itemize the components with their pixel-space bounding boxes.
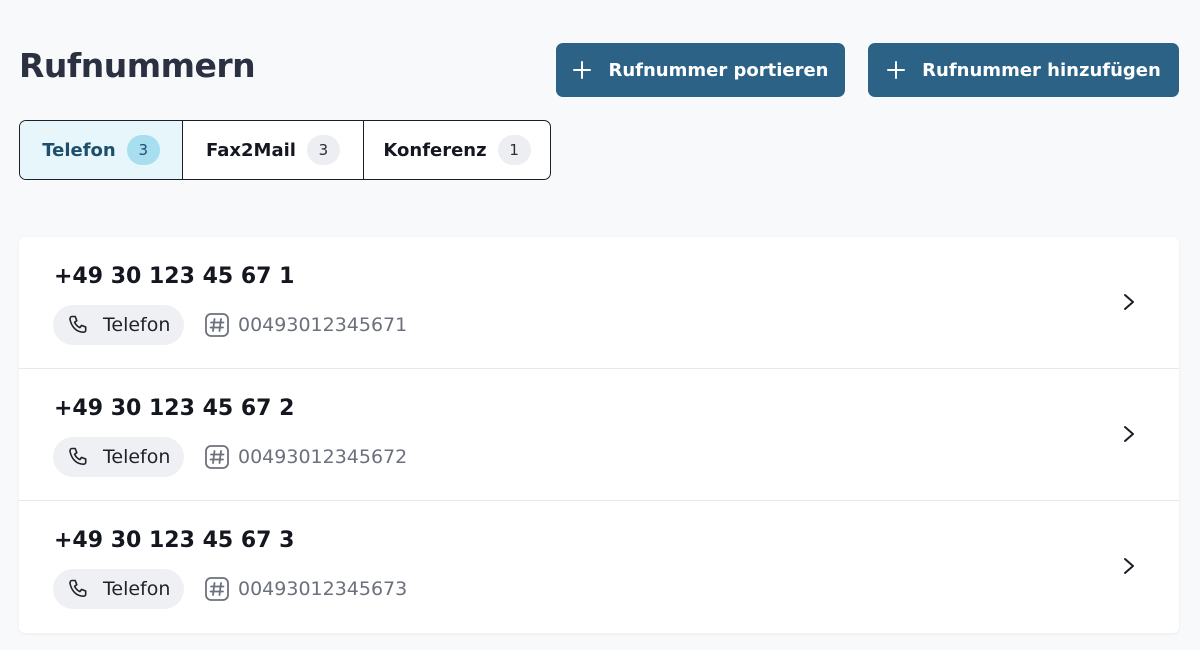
tab-count-badge: 3: [306, 135, 340, 165]
phone-icon: [69, 579, 87, 597]
number-type-tabs: Telefon 3 Fax2Mail 3 Konferenz 1: [19, 120, 551, 180]
hash-icon: [205, 313, 229, 337]
number-type-label: Telefon: [103, 314, 171, 336]
plus-icon: [887, 61, 906, 79]
number-type-label: Telefon: [103, 446, 171, 468]
add-number-button[interactable]: Rufnummer hinzufügen: [868, 43, 1179, 97]
list-item[interactable]: +49 30 123 45 67 1 Telefon 0049301234567…: [19, 237, 1179, 369]
phone-number: +49 30 123 45 67 2: [54, 396, 295, 421]
tab-count-badge: 1: [497, 135, 531, 165]
number-type-chip: Telefon: [53, 305, 185, 345]
list-item[interactable]: +49 30 123 45 67 3 Telefon 0049301234567…: [19, 501, 1179, 633]
chevron-right-icon: [1124, 558, 1134, 574]
chevron-right-icon: [1124, 426, 1134, 442]
number-digits: 00493012345673: [204, 569, 407, 609]
number-type-chip: Telefon: [53, 437, 185, 477]
tab-telefon[interactable]: Telefon 3: [20, 121, 183, 179]
page-title: Rufnummern: [19, 46, 256, 85]
tab-count-badge: 3: [126, 135, 160, 165]
phone-number: +49 30 123 45 67 3: [54, 528, 295, 553]
hash-icon: [205, 577, 229, 601]
port-number-button-label: Rufnummer portieren: [608, 59, 829, 81]
hash-icon: [205, 445, 229, 469]
list-item[interactable]: +49 30 123 45 67 2 Telefon 0049301234567…: [19, 369, 1179, 501]
phone-number: +49 30 123 45 67 1: [54, 264, 295, 289]
tab-label: Konferenz: [383, 139, 487, 161]
number-digits: 00493012345672: [204, 437, 407, 477]
tab-konferenz[interactable]: Konferenz 1: [364, 121, 550, 179]
plus-icon: [573, 61, 592, 79]
phone-numbers-page: Rufnummern Rufnummer portieren Rufnummer…: [0, 0, 1200, 650]
add-number-button-label: Rufnummer hinzufügen: [922, 59, 1161, 81]
port-number-button[interactable]: Rufnummer portieren: [556, 43, 845, 97]
number-digits-text: 00493012345672: [238, 446, 408, 468]
number-type-chip: Telefon: [53, 569, 185, 609]
tab-label: Telefon: [42, 139, 116, 161]
number-digits-text: 00493012345673: [238, 578, 408, 600]
tab-label: Fax2Mail: [206, 139, 296, 161]
number-digits-text: 00493012345671: [238, 314, 408, 336]
number-digits: 00493012345671: [204, 305, 407, 345]
phone-icon: [69, 447, 87, 465]
phone-number-list: +49 30 123 45 67 1 Telefon 0049301234567…: [19, 237, 1179, 633]
chevron-right-icon: [1124, 294, 1134, 310]
tab-fax2mail[interactable]: Fax2Mail 3: [183, 121, 364, 179]
number-type-label: Telefon: [103, 578, 171, 600]
phone-icon: [69, 315, 87, 333]
